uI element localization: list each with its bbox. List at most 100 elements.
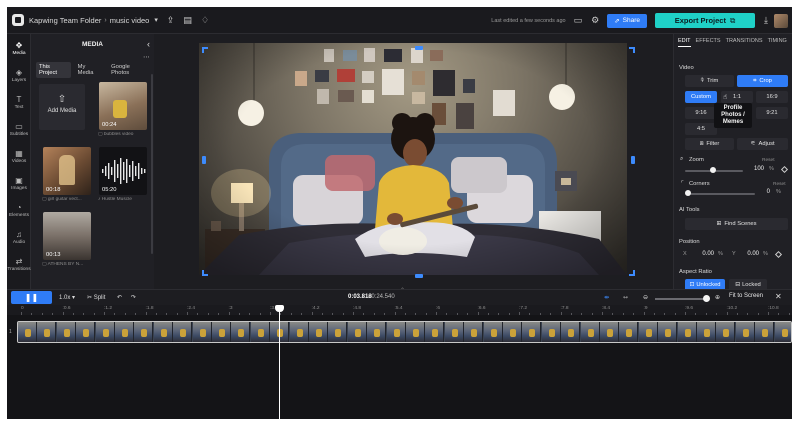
fit-tracks-icon[interactable]: ⇿ — [623, 294, 628, 301]
rail-item-subtitles[interactable]: ▭ Subtitles — [7, 122, 31, 137]
crop-handle-bottom[interactable] — [415, 274, 423, 278]
crop-handle-right[interactable] — [631, 156, 635, 164]
tab-google-photos[interactable]: Google Photos — [108, 62, 150, 78]
corners-reset-link[interactable]: Reset — [773, 182, 786, 187]
rail-item-videos[interactable]: ▦ Videos — [7, 149, 31, 164]
caption-text: ATHENS BY N... — [47, 262, 84, 267]
rail-item-media[interactable]: ✥ Media — [7, 41, 31, 56]
fit-to-screen-button[interactable]: Fit to Screen — [729, 293, 763, 299]
rail-item-transitions[interactable]: ⇄ Transitions — [7, 257, 31, 272]
ratio-9-21-button[interactable]: 9:21 — [756, 107, 788, 119]
chevron-down-icon[interactable]: ▾ — [154, 16, 158, 24]
redo-icon[interactable]: ↷ — [131, 294, 136, 301]
media-tile-hustle-muscle[interactable]: 05:20 — [99, 147, 147, 195]
add-media-button[interactable]: ⇧ Add Media — [39, 84, 85, 130]
timeline-zoom-track[interactable] — [655, 298, 709, 300]
ratio-4-5-button[interactable]: 4:5 — [685, 123, 717, 135]
crop-handle-left[interactable] — [202, 156, 206, 164]
rail-item-text[interactable]: T Text — [7, 95, 31, 110]
zoom-out-icon[interactable]: ⊖ — [643, 294, 648, 301]
crop-handle-top[interactable] — [415, 46, 423, 50]
pause-button[interactable]: ❚❚ — [11, 291, 52, 304]
speed-selector[interactable]: 1.0x ▾ — [59, 294, 75, 301]
workspace-link[interactable]: Kapwing Team Folder — [29, 16, 101, 25]
tab-effects[interactable]: EFFECTS — [696, 38, 721, 47]
user-avatar[interactable] — [774, 13, 788, 28]
zoom-in-icon[interactable]: ⊕ — [715, 294, 720, 301]
ruler-tick-label: :8.4 — [602, 306, 611, 311]
kapwing-logo-icon[interactable] — [12, 14, 24, 26]
tab-edit[interactable]: EDIT — [678, 38, 691, 47]
corners-slider-track[interactable] — [685, 193, 755, 195]
project-title[interactable]: music video — [110, 16, 150, 25]
corners-slider-knob[interactable] — [685, 190, 691, 196]
media-scrollbar[interactable] — [151, 74, 153, 254]
crop-handle-top-left[interactable] — [202, 47, 208, 53]
crop-handle-bottom-left[interactable] — [202, 270, 208, 276]
rail-label: Transitions — [7, 267, 31, 272]
add-media-label: Add Media — [47, 108, 77, 114]
locked-label: Locked — [742, 282, 761, 288]
download-icon[interactable]: ⤓ — [764, 15, 768, 26]
ruler-tick-label: :5.4 — [394, 306, 403, 311]
video-canvas[interactable] — [199, 43, 627, 275]
crop-handle-top-right[interactable] — [629, 47, 635, 53]
split-button[interactable]: ✂ Split — [87, 294, 105, 301]
position-x-label: X — [683, 251, 687, 257]
export-project-button[interactable]: Export Project ⧉ — [655, 13, 756, 28]
filmstrip-frame — [18, 322, 37, 342]
rail-item-elements[interactable]: ◔ Elements — [7, 203, 31, 218]
tab-my-media[interactable]: My Media — [75, 62, 105, 78]
ratio-16-9-button[interactable]: 16:9 — [756, 91, 788, 103]
playhead-handle[interactable] — [275, 305, 284, 312]
position-y-value[interactable]: 0.00 — [739, 251, 759, 257]
share-button[interactable]: ⇗ Share — [607, 13, 648, 28]
ruler-tick-label: :9.6 — [685, 306, 694, 311]
filmstrip-frame — [250, 322, 270, 342]
ratio-9-16-button[interactable]: 9:16 — [685, 107, 717, 119]
rail-label: Layers — [11, 78, 27, 83]
crop-handle-bottom-right[interactable] — [629, 270, 635, 276]
more-options-icon[interactable]: ⋯ — [143, 53, 150, 61]
rail-item-images[interactable]: ▣ Images — [7, 176, 31, 191]
subtitle-settings-icon[interactable]: ▤ — [183, 15, 192, 26]
timeline-ruler[interactable]: 0:0.6:1.2:1.8:2.4:3:3.6:4.2:4.8:5.4:6:6.… — [7, 305, 792, 315]
settings-gear-icon[interactable]: ⚙ — [591, 15, 599, 26]
rail-item-audio[interactable]: ♫ Audio — [7, 230, 31, 245]
lightbulb-icon[interactable]: ♢ — [201, 15, 209, 26]
comment-icon[interactable]: ▭ — [574, 15, 583, 26]
snap-to-grid-icon[interactable]: ⇹ — [604, 294, 609, 301]
zoom-slider-knob[interactable] — [710, 167, 716, 173]
close-timeline-icon[interactable]: ✕ — [775, 292, 782, 301]
zoom-keyframe-diamond-icon[interactable] — [780, 165, 789, 174]
playhead-line[interactable] — [279, 307, 280, 419]
tab-this-project[interactable]: This Project — [36, 62, 71, 78]
filter-button[interactable]: ⧈ Filter — [685, 138, 734, 150]
ratio-custom-button[interactable]: Custom — [685, 91, 717, 103]
crop-button[interactable]: ⌗ Crop — [737, 75, 788, 87]
video-clip-filmstrip[interactable] — [17, 321, 792, 343]
trim-button[interactable]: ⫩ Trim — [685, 75, 734, 87]
collapse-chevron-left-icon[interactable]: ‹ — [147, 39, 150, 49]
media-tabs: This Project My Media Google Photos — [36, 62, 154, 78]
left-rail: ✥ Media ◈ Layers T Text ▭ Subtitles ▦ Vi… — [7, 34, 31, 296]
tab-timing[interactable]: TIMING — [768, 38, 787, 47]
adjust-button[interactable]: ⚟ Adjust — [737, 138, 788, 150]
tab-transitions[interactable]: TRANSITIONS — [726, 38, 763, 47]
position-x-value[interactable]: 0.00 — [694, 251, 714, 257]
timeline-zoom-knob[interactable] — [703, 295, 710, 302]
position-keyframe-diamond-icon[interactable] — [774, 250, 783, 259]
filmstrip-frame — [561, 322, 581, 342]
upload-icon[interactable]: ⇪ — [167, 15, 175, 26]
media-tile-athens[interactable]: 00:13 — [43, 212, 91, 260]
zoom-reset-link[interactable]: Reset — [762, 158, 775, 163]
filmstrip-frame — [600, 322, 619, 342]
rail-item-layers[interactable]: ◈ Layers — [7, 68, 31, 83]
upload-arrow-icon: ⇧ — [57, 94, 67, 105]
find-scenes-button[interactable]: ⊞ Find Scenes — [685, 218, 788, 230]
corners-value[interactable]: 0 — [758, 189, 770, 195]
zoom-value[interactable]: 100 — [746, 166, 764, 172]
undo-icon[interactable]: ↶ — [117, 294, 122, 301]
media-tile-bubbles[interactable]: 00:24 — [99, 82, 147, 130]
media-tile-girl-guitar[interactable]: 00:18 — [43, 147, 91, 195]
